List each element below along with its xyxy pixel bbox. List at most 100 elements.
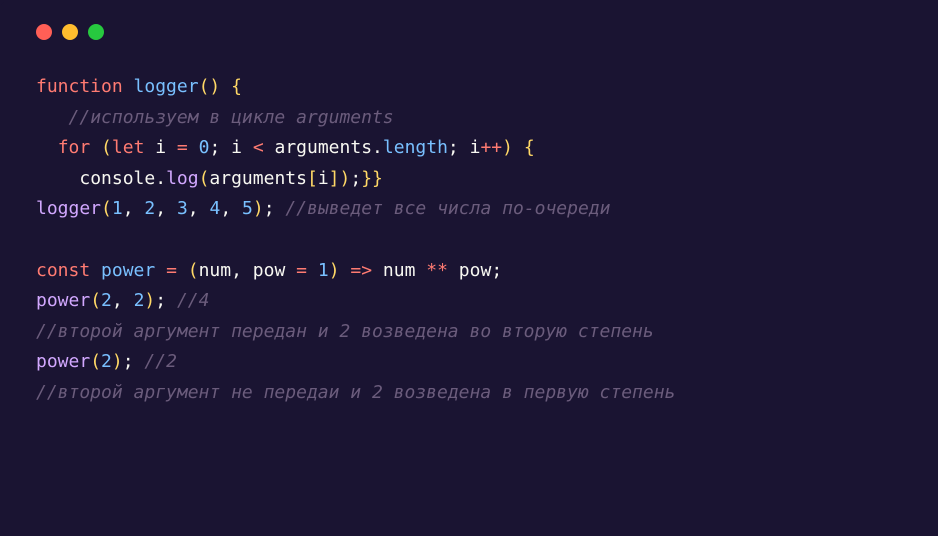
number: 1: [112, 198, 123, 219]
space: [459, 137, 470, 158]
minimize-icon[interactable]: [62, 24, 78, 40]
identifier: arguments: [275, 137, 373, 158]
number: 2: [144, 198, 155, 219]
space: [134, 351, 145, 372]
code-window: function logger() { //используем в цикле…: [0, 0, 938, 536]
number: 0: [188, 137, 210, 158]
comma: ,: [231, 260, 253, 281]
paren: ): [144, 290, 155, 311]
arrow: =>: [350, 260, 372, 281]
comment: //4: [177, 290, 210, 311]
comment: //используем в цикле arguments: [69, 107, 394, 128]
paren: (: [199, 168, 210, 189]
identifier: pow: [459, 260, 492, 281]
space: [415, 260, 426, 281]
comment: //выведет все числа по-очереди: [285, 198, 610, 219]
brace: {: [220, 76, 242, 97]
comment: //второй аргумент не передаи и 2 возведе…: [36, 382, 675, 403]
number: 5: [242, 198, 253, 219]
comma: ,: [188, 198, 210, 219]
semicolon: ;: [350, 168, 361, 189]
paren: (: [90, 137, 112, 158]
number: 1: [318, 260, 329, 281]
param: num: [199, 260, 232, 281]
comma: ,: [220, 198, 242, 219]
keyword-let: let: [112, 137, 145, 158]
keyword-function: function: [36, 76, 123, 97]
paren: (: [188, 260, 199, 281]
function-call: logger: [36, 198, 101, 219]
paren: (: [90, 351, 101, 372]
space: [155, 260, 166, 281]
indent: [36, 107, 69, 128]
number: 2: [134, 290, 145, 311]
keyword-for: for: [58, 137, 91, 158]
semicolon: ;: [209, 137, 220, 158]
space: [275, 198, 286, 219]
semicolon: ;: [155, 290, 166, 311]
function-name: logger: [134, 76, 199, 97]
paren: ): [340, 168, 351, 189]
paren: (: [90, 290, 101, 311]
space: [166, 290, 177, 311]
dot: .: [155, 168, 166, 189]
number: 3: [177, 198, 188, 219]
dot: .: [372, 137, 383, 158]
comma: ,: [123, 198, 145, 219]
comma: ,: [155, 198, 177, 219]
brace: }: [372, 168, 383, 189]
number: 4: [209, 198, 220, 219]
paren: ): [329, 260, 340, 281]
number: 2: [101, 290, 112, 311]
bracket: [: [307, 168, 318, 189]
space: [307, 260, 318, 281]
semicolon: ;: [448, 137, 459, 158]
bracket: ]: [329, 168, 340, 189]
paren: ): [253, 198, 264, 219]
variable: i: [470, 137, 481, 158]
space: [340, 260, 351, 281]
identifier: num: [383, 260, 416, 281]
window-titlebar: [0, 0, 938, 48]
semicolon: ;: [264, 198, 275, 219]
maximize-icon[interactable]: [88, 24, 104, 40]
comment: //2: [144, 351, 177, 372]
brace: }: [361, 168, 372, 189]
indent: [36, 137, 58, 158]
paren: ): [209, 76, 220, 97]
operator: <: [253, 137, 264, 158]
comma: ,: [112, 290, 134, 311]
brace: {: [513, 137, 535, 158]
paren: (: [101, 198, 112, 219]
param: pow: [253, 260, 286, 281]
space: [177, 260, 188, 281]
function-call: power: [36, 290, 90, 311]
semicolon: ;: [123, 351, 134, 372]
space: [372, 260, 383, 281]
paren: ): [112, 351, 123, 372]
property: length: [383, 137, 448, 158]
close-icon[interactable]: [36, 24, 52, 40]
const-name: power: [101, 260, 155, 281]
indent: [36, 168, 79, 189]
operator: =: [166, 260, 177, 281]
identifier: console: [79, 168, 155, 189]
code-block: function logger() { //используем в цикле…: [0, 48, 938, 433]
variable: i: [144, 137, 177, 158]
space: [448, 260, 459, 281]
comment: //второй аргумент передан и 2 возведена …: [36, 321, 654, 342]
variable: i: [220, 137, 253, 158]
operator: =: [177, 137, 188, 158]
function-call: power: [36, 351, 90, 372]
space: [90, 260, 101, 281]
variable: i: [318, 168, 329, 189]
space: [285, 260, 296, 281]
paren: (: [199, 76, 210, 97]
space: [264, 137, 275, 158]
operator: ++: [480, 137, 502, 158]
paren: ): [502, 137, 513, 158]
method-call: log: [166, 168, 199, 189]
number: 2: [101, 351, 112, 372]
identifier: arguments: [209, 168, 307, 189]
keyword-const: const: [36, 260, 90, 281]
